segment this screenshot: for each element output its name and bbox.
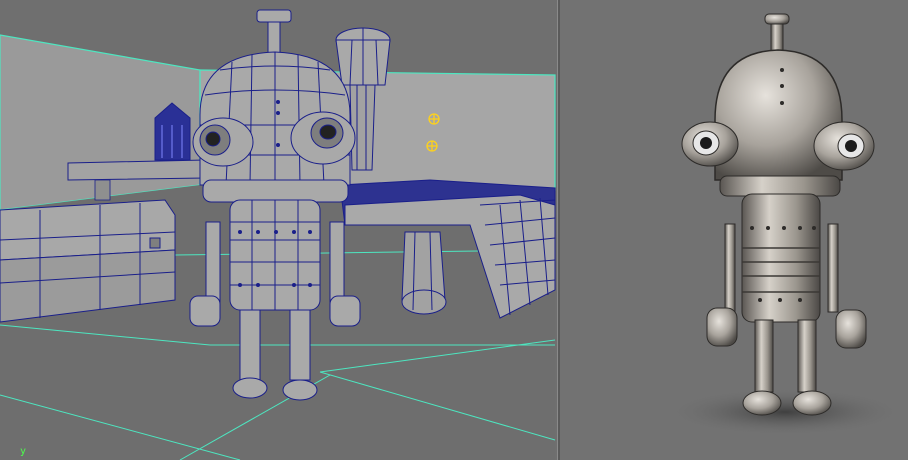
- robot-rendered-character: [681, 13, 875, 416]
- ground-shadow: [665, 388, 905, 436]
- render-preview-panel: [560, 0, 908, 460]
- axis-indicator-label: y: [20, 446, 27, 457]
- light-locator-icon[interactable]: [426, 140, 438, 152]
- light-locator-icon[interactable]: [428, 113, 440, 125]
- shelf-bracket: [94, 179, 111, 201]
- treasure-chest: [0, 199, 176, 323]
- render-canvas: [665, 13, 905, 436]
- modeling-viewport[interactable]: y: [0, 0, 557, 460]
- viewport-canvas[interactable]: [0, 0, 557, 460]
- wall-shelf: [67, 159, 206, 181]
